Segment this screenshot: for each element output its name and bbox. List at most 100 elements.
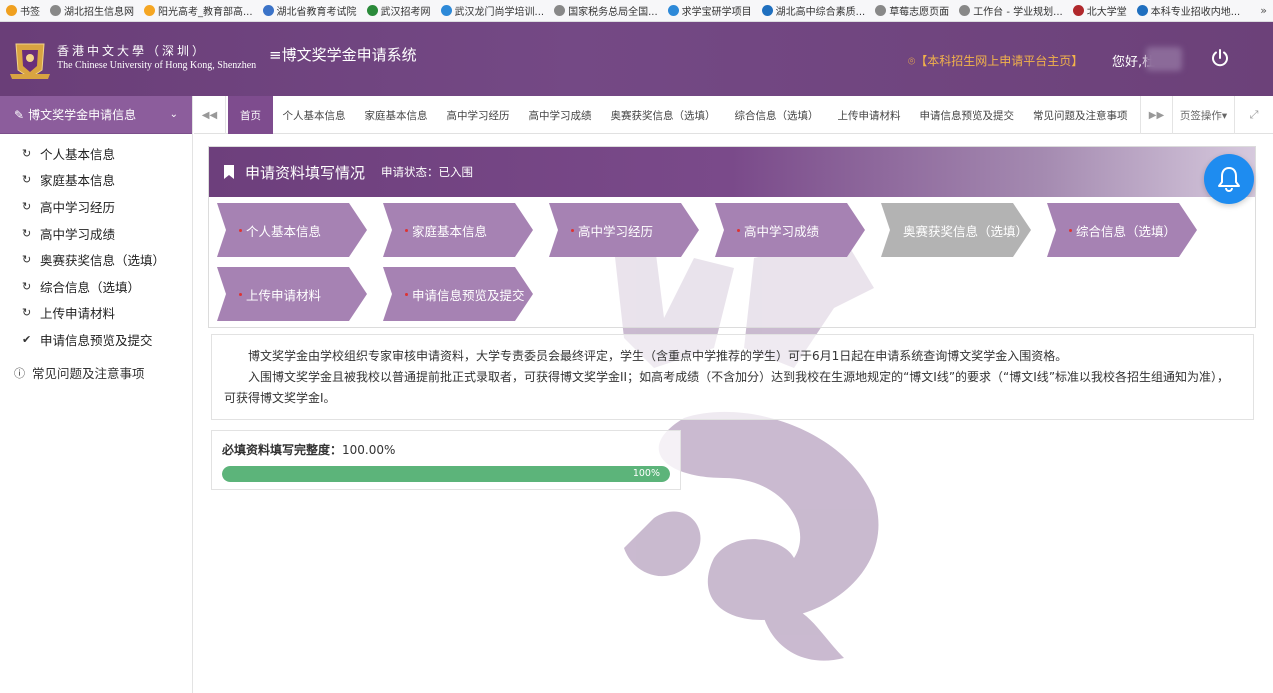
tab[interactable]: 上传申请材料 [828,96,910,134]
bookmark-item[interactable]: 求学宝研学项目 [667,3,752,18]
bookmark-item[interactable]: 北大学堂 [1072,3,1127,18]
site-favicon-icon [667,5,679,16]
bookmark-icon [224,165,234,179]
required-dot-icon [737,228,740,232]
refresh-icon: ↻ [22,199,32,213]
tabs-scroll-right-icon[interactable]: ▶▶ [1140,96,1172,134]
step-label: 个人基本信息 [246,223,322,239]
bookmark-item[interactable]: 书签 [6,3,40,18]
fullscreen-icon[interactable]: ⤢ [1234,96,1273,134]
bookmark-item[interactable]: 草莓志愿页面 [875,3,949,18]
site-favicon-icon [262,5,274,16]
progress-bar-fill: 100% [222,466,670,482]
bookmark-item[interactable]: 武汉龙门尚学培训... [440,3,545,18]
bookmark-label: 北大学堂 [1086,7,1127,18]
bookmark-label: 武汉招考网 [380,7,431,18]
sidebar-item[interactable]: ↻ 上传申请材料 [0,300,192,327]
app-header: 香港中文大學（深圳） The Chinese University of Hon… [0,22,1273,96]
step-label: 高中学习成绩 [744,223,820,239]
sidebar-item[interactable]: ✔ 申请信息预览及提交 [0,326,192,353]
edit-icon: ✎ [14,107,25,122]
required-dot-icon [405,292,408,296]
notification-bell-icon[interactable] [1204,154,1254,204]
tab[interactable]: 个人基本信息 [273,96,355,134]
portal-link[interactable]: ⌾【本科招生网上申请平台主页】 [908,52,1083,69]
step-arrow[interactable]: 家庭基本信息 [383,203,533,257]
check-icon: ✔ [22,332,32,346]
tab[interactable]: 首页 [228,96,273,134]
step-arrow[interactable]: 申请信息预览及提交 [383,267,533,321]
sidebar-header-label: 博文奖学金申请信息 [28,108,137,122]
tab[interactable]: 常见问题及注意事项 [1024,96,1138,134]
step-label: 上传申请材料 [246,287,322,303]
info-paragraph-1: 博文奖学金由学校组织专家审核申请资料，大学专责委员会最终评定，学生（含重点中学推… [248,349,1068,363]
sidebar: ✎ 博文奖学金申请信息 ⌄ ↻ 个人基本信息 ↻ 家庭基本信息 ↻ 高中学习经历 ↻ 高中学习… [0,96,193,693]
bookmarks-more-icon[interactable]: » [1260,4,1267,17]
sidebar-item[interactable]: ↻ 家庭基本信息 [0,167,192,194]
bookmark-label: 湖北高中综合素质... [775,7,866,18]
progress-label-text: 必填资料填写完整度： [222,443,343,457]
refresh-icon: ↻ [22,173,32,187]
refresh-icon: ↻ [22,226,32,240]
bookmark-item[interactable]: 国家税务总局全国... [554,3,658,18]
system-title[interactable]: ≡博文奖学金申请系统 [269,44,417,65]
university-logo [10,43,50,79]
bookmark-label: 草莓志愿页面 [889,7,950,18]
tab[interactable]: 高中学习经历 [437,96,519,134]
tab[interactable]: 奥赛获奖信息（选填） [601,96,725,134]
info-paragraph-2: 入围博文奖学金且被我校以普通提前批正式录取者，可获得博文奖学金II；如高考成绩（… [224,370,1230,405]
bookmark-item[interactable]: 本科专业招收内地... [1136,3,1241,18]
tab[interactable]: 高中学习成绩 [519,96,601,134]
sidebar-item[interactable]: ↻ 个人基本信息 [0,140,192,167]
bookmark-label: 阳光高考_教育部高... [158,7,253,18]
sidebar-item[interactable]: ↻ 奥赛获奖信息（选填） [0,246,192,273]
progress-bar: 100% [222,466,670,482]
sidebar-faq-label: 常见问题及注意事项 [32,366,145,382]
sidebar-item[interactable]: ↻ 高中学习经历 [0,193,192,220]
power-logout-icon[interactable] [1209,47,1231,69]
site-favicon-icon [761,5,773,16]
step-arrow[interactable]: 奥赛获奖信息（选填） [881,203,1031,257]
bookmark-label: 国家税务总局全国... [568,7,658,18]
step-label: 奥赛获奖信息（选填） [903,223,1029,239]
bookmark-item[interactable]: 工作台 - 学业规划... [959,3,1063,18]
step-arrow[interactable]: 综合信息（选填） [1047,203,1197,257]
sidebar-item-label: 奥赛获奖信息（选填） [40,253,166,269]
sidebar-item[interactable]: ↻ 综合信息（选填） [0,273,192,300]
bookmark-item[interactable]: 湖北高中综合素质... [761,3,866,18]
panel-header: 申请资料填写情况 申请状态：已入围 [209,147,1255,197]
application-status: 申请状态：已入围 [381,165,474,179]
required-dot-icon [239,228,242,232]
step-arrow[interactable]: 个人基本信息 [217,203,367,257]
bookmark-label: 书签 [20,7,40,18]
chevron-down-icon: ⌄ [169,109,178,120]
site-favicon-icon [50,5,61,16]
sidebar-item-label: 个人基本信息 [40,146,116,162]
site-favicon-icon [875,5,887,16]
bookmark-item[interactable]: 阳光高考_教育部高... [144,3,253,18]
sidebar-item-faq[interactable]: ⓘ 常见问题及注意事项 [0,361,192,385]
bookmark-item[interactable]: 湖北省教育考试院 [262,3,357,18]
sidebar-item[interactable]: ↻ 高中学习成绩 [0,220,192,247]
bookmark-item[interactable]: 武汉招考网 [366,3,431,18]
main-content: 申请资料填写情况 申请状态：已入围 个人基本信息 家庭基本信息 高中学习经历 高中学习… [194,134,1273,693]
site-favicon-icon [554,5,566,16]
step-arrow[interactable]: 上传申请材料 [217,267,367,321]
tabs-scroll-left-icon[interactable]: ◀◀ [194,96,226,134]
step-arrow[interactable]: 高中学习经历 [549,203,699,257]
site-favicon-icon [1072,5,1084,16]
refresh-icon: ↻ [22,279,32,293]
required-dot-icon [1069,228,1072,232]
star-icon [6,5,17,16]
sidebar-header[interactable]: ✎ 博文奖学金申请信息 ⌄ [0,96,192,134]
bookmark-item[interactable]: 湖北招生信息网 [50,3,134,18]
tab[interactable]: 申请信息预览及提交 [910,96,1024,134]
sidebar-item-label: 高中学习成绩 [40,226,116,242]
bookmark-label: 武汉龙门尚学培训... [454,7,545,18]
tab-operations-dropdown[interactable]: 页签操作▾ [1172,96,1234,134]
tab[interactable]: 综合信息（选填） [725,96,828,134]
bookmark-label: 湖北招生信息网 [64,7,134,18]
step-arrow[interactable]: 高中学习成绩 [715,203,865,257]
bookmark-label: 本科专业招收内地... [1150,7,1241,18]
tab[interactable]: 家庭基本信息 [355,96,437,134]
